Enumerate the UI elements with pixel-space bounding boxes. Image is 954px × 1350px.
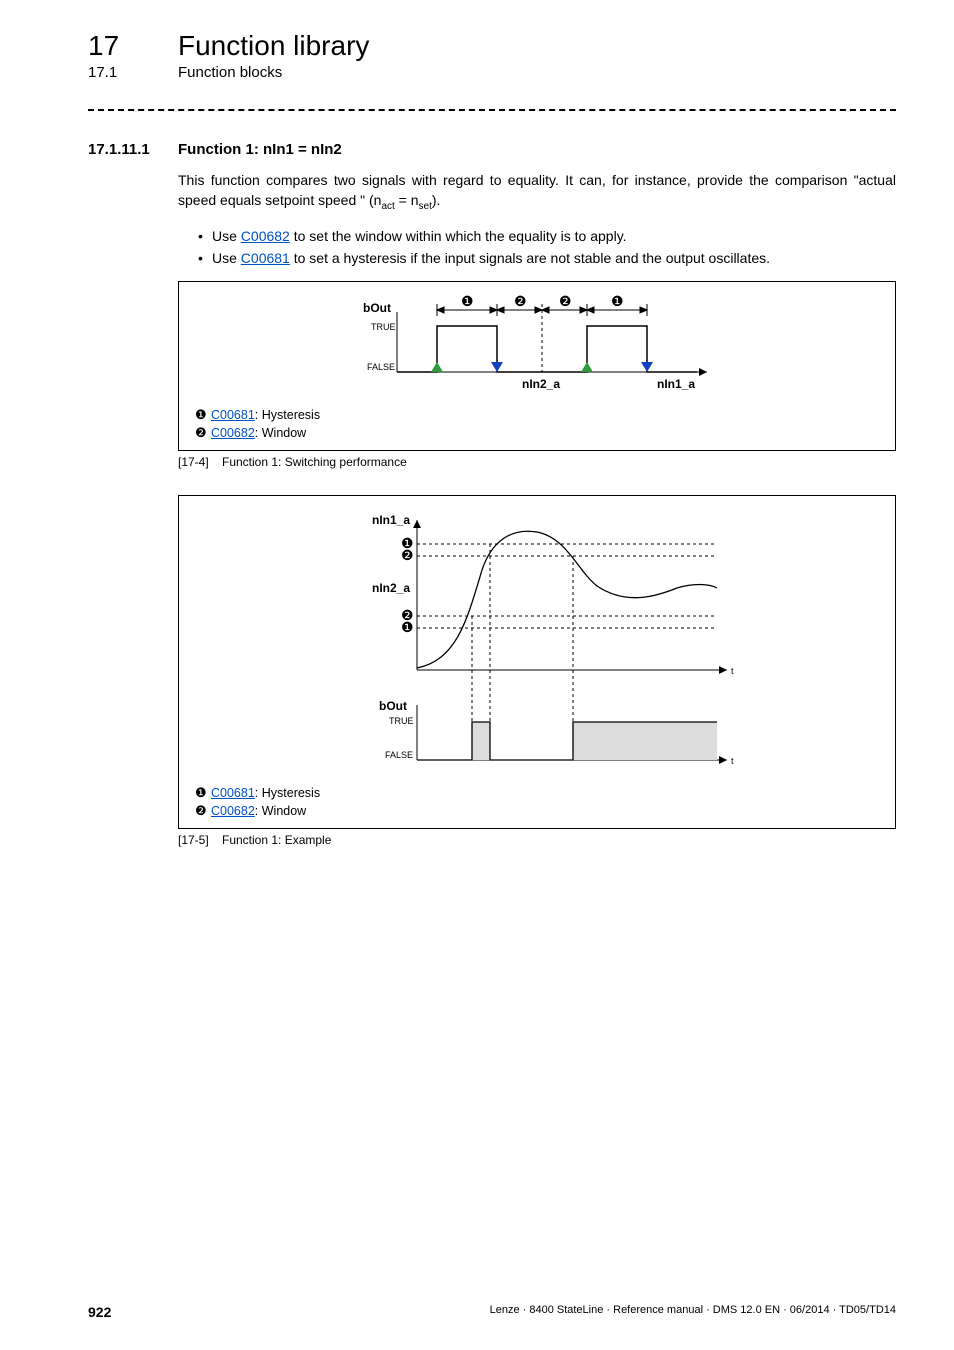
label-true: TRUE	[371, 322, 396, 332]
example-diagram: nIn1_a t nIn2_a ❶ ❷ ❷ ❶	[317, 510, 757, 780]
section-title: Function blocks	[178, 64, 282, 81]
label-bout: bOut	[363, 301, 391, 315]
section-heading: 17.1Function blocks	[88, 64, 896, 81]
link-c00681[interactable]: C00681	[241, 250, 290, 266]
marker-1-icon: ❶	[611, 293, 624, 309]
marker-1-icon: ❶	[461, 293, 474, 309]
subsection-heading: 17.1.11.1Function 1: nIn1 = nIn2	[88, 141, 896, 158]
footer-info: Lenze · 8400 StateLine · Reference manua…	[490, 1304, 896, 1320]
link-c00682[interactable]: C00682	[211, 804, 255, 818]
label-true: TRUE	[389, 716, 414, 726]
paragraph-intro: This function compares two signals with …	[178, 170, 896, 215]
link-c00682[interactable]: C00682	[241, 228, 290, 244]
subsection-number: 17.1.11.1	[88, 141, 178, 158]
switching-diagram: bOut TRUE FALSE ❶	[327, 292, 747, 402]
link-c00682[interactable]: C00682	[211, 426, 255, 440]
label-false: FALSE	[385, 750, 413, 760]
label-nin2a: nIn2_a	[522, 377, 560, 391]
figure-17-4: bOut TRUE FALSE ❶	[178, 281, 896, 451]
label-nin1a: nIn1_a	[372, 513, 410, 527]
label-nin1a: nIn1_a	[657, 377, 695, 391]
link-c00681[interactable]: C00681	[211, 408, 255, 422]
figure-caption-17-5: [17-5]Function 1: Example	[178, 833, 896, 847]
figure-legend: ❶ C00681: Hysteresis ❷ C00682: Window	[195, 406, 879, 442]
figure-caption-17-4: [17-4]Function 1: Switching performance	[178, 455, 896, 469]
subsection-title: Function 1: nIn1 = nIn2	[178, 141, 342, 158]
label-t: t	[731, 756, 734, 766]
chapter-number: 17	[88, 30, 178, 62]
figure-legend: ❶ C00681: Hysteresis ❷ C00682: Window	[195, 784, 879, 820]
section-number: 17.1	[88, 64, 178, 81]
marker-2-icon: ❷	[514, 293, 527, 309]
bullet-item: Use C00682 to set the window within whic…	[198, 225, 896, 247]
figure-17-5: nIn1_a t nIn2_a ❶ ❷ ❷ ❶	[178, 495, 896, 829]
divider-dashed	[88, 109, 896, 111]
label-t: t	[731, 666, 734, 676]
label-bout: bOut	[379, 699, 407, 713]
bullet-list: Use C00682 to set the window within whic…	[198, 225, 896, 270]
page-footer: 922 Lenze · 8400 StateLine · Reference m…	[88, 1304, 896, 1320]
marker-1-icon: ❶	[401, 619, 414, 635]
bullet-item: Use C00681 to set a hysteresis if the in…	[198, 247, 896, 269]
link-c00681[interactable]: C00681	[211, 786, 255, 800]
label-false: FALSE	[367, 362, 395, 372]
marker-2-icon: ❷	[559, 293, 572, 309]
chapter-title: Function library	[178, 30, 369, 61]
page-number: 922	[88, 1304, 111, 1320]
label-nin2a: nIn2_a	[372, 581, 410, 595]
marker-2-icon: ❷	[401, 547, 414, 563]
page: 17Function library 17.1Function blocks 1…	[0, 0, 954, 1350]
chapter-heading: 17Function library	[88, 30, 896, 62]
